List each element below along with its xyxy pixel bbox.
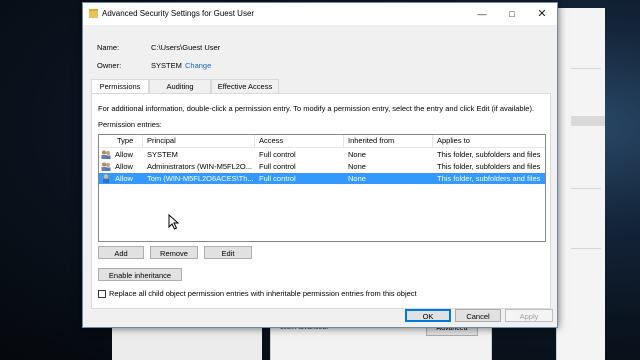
list-header: Type Principal Access Inherited from App… xyxy=(99,135,545,148)
column-inherited-from[interactable]: Inherited from xyxy=(344,135,433,147)
permission-entries-list[interactable]: Type Principal Access Inherited from App… xyxy=(98,134,546,242)
tab-permissions[interactable]: Permissions xyxy=(91,79,149,94)
row-inherited: None xyxy=(348,150,366,159)
replace-child-permissions-label: Replace all child object permission entr… xyxy=(109,289,417,298)
group-icon xyxy=(101,150,111,159)
entries-label: Permission entries: xyxy=(98,120,162,129)
background-window-right xyxy=(556,8,605,360)
apply-button[interactable]: Apply xyxy=(505,309,553,322)
user-icon xyxy=(103,174,109,183)
enable-inheritance-button[interactable]: Enable inheritance xyxy=(98,268,182,281)
column-type[interactable]: Type xyxy=(99,135,143,147)
background-selected-strip xyxy=(571,116,605,126)
cancel-button[interactable]: Cancel xyxy=(455,309,501,322)
dialog-title: Advanced Security Settings for Guest Use… xyxy=(102,9,255,18)
row-access: Full control xyxy=(259,150,296,159)
permission-row-administrators[interactable]: Allow Administrators (WIN-M5FL2O... Full… xyxy=(99,161,545,172)
row-inherited: None xyxy=(348,174,366,183)
column-applies-to[interactable]: Applies to xyxy=(433,135,545,147)
add-button[interactable]: Add xyxy=(98,246,144,259)
row-principal: SYSTEM xyxy=(147,150,178,159)
row-principal: Administrators (WIN-M5FL2O... xyxy=(147,162,253,171)
row-access: Full control xyxy=(259,162,296,171)
info-text: For additional information, double-click… xyxy=(98,104,535,113)
mouse-cursor-icon xyxy=(168,214,180,230)
row-applies: This folder, subfolders and files xyxy=(437,150,541,159)
ok-button[interactable]: OK xyxy=(405,309,451,322)
change-owner-link[interactable]: Change xyxy=(185,61,211,70)
replace-child-permissions-checkbox[interactable] xyxy=(98,290,106,298)
close-icon[interactable]: ✕ xyxy=(527,3,557,25)
column-principal[interactable]: Principal xyxy=(143,135,255,147)
row-inherited: None xyxy=(348,162,366,171)
row-type: Allow xyxy=(115,162,133,171)
row-type: Allow xyxy=(115,150,133,159)
minimize-icon[interactable]: — xyxy=(467,3,497,25)
row-access: Full control xyxy=(259,174,296,183)
tab-auditing[interactable]: Auditing xyxy=(149,79,211,93)
owner-label: Owner: xyxy=(97,61,122,70)
maximize-icon[interactable]: □ xyxy=(497,3,527,25)
row-applies: This folder, subfolders and files xyxy=(437,162,541,171)
background-divider xyxy=(571,68,601,69)
row-principal: Tom (WIN-M5FL2O6ACES\Th... xyxy=(147,174,253,183)
column-access[interactable]: Access xyxy=(255,135,344,147)
advanced-security-dialog: Advanced Security Settings for Guest Use… xyxy=(82,2,558,328)
group-icon xyxy=(101,162,111,171)
background-divider xyxy=(571,248,601,249)
row-type: Allow xyxy=(115,174,133,183)
name-value: C:\Users\Guest User xyxy=(151,43,221,52)
permission-row-system[interactable]: Allow SYSTEM Full control None This fold… xyxy=(99,149,545,160)
remove-button[interactable]: Remove xyxy=(150,246,198,259)
tab-effective-access[interactable]: Effective Access xyxy=(211,79,279,93)
name-label: Name: xyxy=(97,43,120,52)
title-bar[interactable]: Advanced Security Settings for Guest Use… xyxy=(83,3,557,25)
background-divider xyxy=(571,188,601,189)
edit-button[interactable]: Edit xyxy=(204,246,252,259)
folder-icon xyxy=(89,9,98,18)
row-applies: This folder, subfolders and files xyxy=(437,174,541,183)
permissions-panel: For additional information, double-click… xyxy=(91,93,551,309)
permission-row-tom[interactable]: Allow Tom (WIN-M5FL2O6ACES\Th... Full co… xyxy=(99,173,545,184)
owner-value: SYSTEM xyxy=(151,61,182,70)
